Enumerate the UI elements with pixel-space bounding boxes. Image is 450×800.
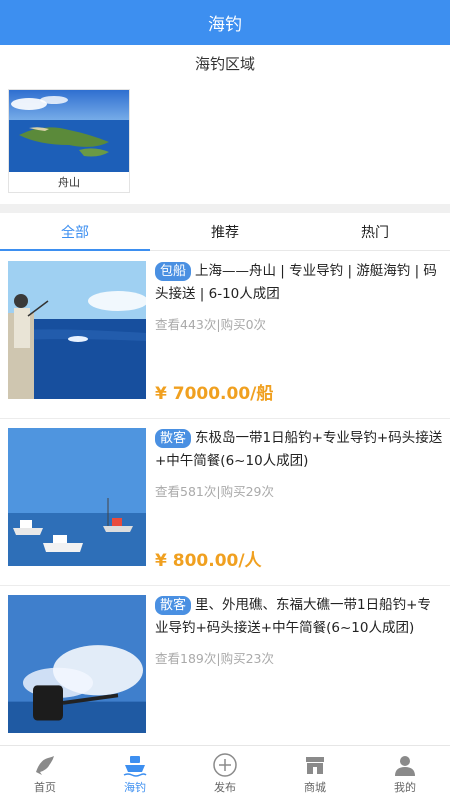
nav-label: 商城: [304, 780, 326, 794]
bottom-tab-bar: 首页 海钓 发布 商城 我的: [0, 745, 450, 800]
trip-title: 上海——舟山 | 专业导钓 | 游艇海钓 | 码头接送 | 6-10人成团: [155, 263, 437, 302]
list-item[interactable]: 包船 上海——舟山 | 专业导钓 | 游艇海钓 | 码头接送 | 6-10人成团 …: [0, 252, 450, 419]
tab-hot[interactable]: 热门: [300, 213, 450, 250]
region-card-label: 舟山: [58, 176, 80, 189]
list-item[interactable]: 散客 里、外甩礁、东福大礁一带1日船钓+专业导钓+码头接送+中午简餐(6~10人成…: [0, 586, 450, 753]
region-card-zhoushan[interactable]: 舟山: [8, 89, 130, 193]
nav-mall[interactable]: 商城: [270, 746, 360, 800]
trip-type-badge: 散客: [155, 429, 192, 448]
nav-profile[interactable]: 我的: [360, 746, 450, 800]
tab-all[interactable]: 全部: [0, 213, 150, 251]
app-header: 海钓: [0, 0, 450, 45]
nav-label: 我的: [394, 780, 416, 794]
nav-label: 首页: [34, 780, 56, 794]
plus-circle-icon: [213, 752, 237, 777]
boat-icon: [123, 755, 147, 777]
angler-photo: [8, 261, 146, 399]
trip-title: 里、外甩礁、东福大礁一带1日船钓+专业导钓+码头接送+中午简餐(6~10人成团): [155, 597, 431, 636]
tab-recommended[interactable]: 推荐: [150, 213, 300, 250]
nav-publish[interactable]: 发布: [180, 746, 270, 800]
nav-sea-fishing[interactable]: 海钓: [90, 746, 180, 800]
fish-icon: [36, 755, 54, 775]
trip-list: 包船 上海——舟山 | 专业导钓 | 游艇海钓 | 码头接送 | 6-10人成团 …: [0, 252, 450, 753]
page-title: 海钓: [208, 15, 242, 35]
person-icon: [395, 755, 415, 776]
store-icon: [306, 756, 324, 774]
trip-type-badge: 散客: [155, 596, 192, 615]
trip-price: ¥ 7000.00/船: [155, 384, 274, 404]
trip-stats: 查看443次|购买0次: [155, 317, 267, 332]
section-divider: [0, 204, 450, 213]
boats-photo: [8, 428, 146, 566]
trip-stats: 查看189次|购买23次: [155, 651, 274, 666]
trip-stats: 查看581次|购买29次: [155, 484, 274, 499]
zhoushan-island-photo: [9, 90, 129, 172]
fishing-reel-photo: [8, 595, 146, 733]
region-section-title: 海钓区域: [194, 54, 255, 73]
nav-label: 发布: [214, 780, 236, 794]
trip-price: ¥ 800.00/人: [155, 551, 262, 571]
trip-title: 东极岛一带1日船钓+专业导钓+码头接送+中午简餐(6~10人成团): [155, 430, 443, 469]
nav-home[interactable]: 首页: [0, 746, 90, 800]
filter-tabs: 全部 推荐 热门: [0, 213, 450, 251]
nav-label: 海钓: [124, 780, 146, 794]
trip-type-badge: 包船: [155, 262, 192, 281]
list-item[interactable]: 散客 东极岛一带1日船钓+专业导钓+码头接送+中午简餐(6~10人成团) 查看58…: [0, 419, 450, 586]
